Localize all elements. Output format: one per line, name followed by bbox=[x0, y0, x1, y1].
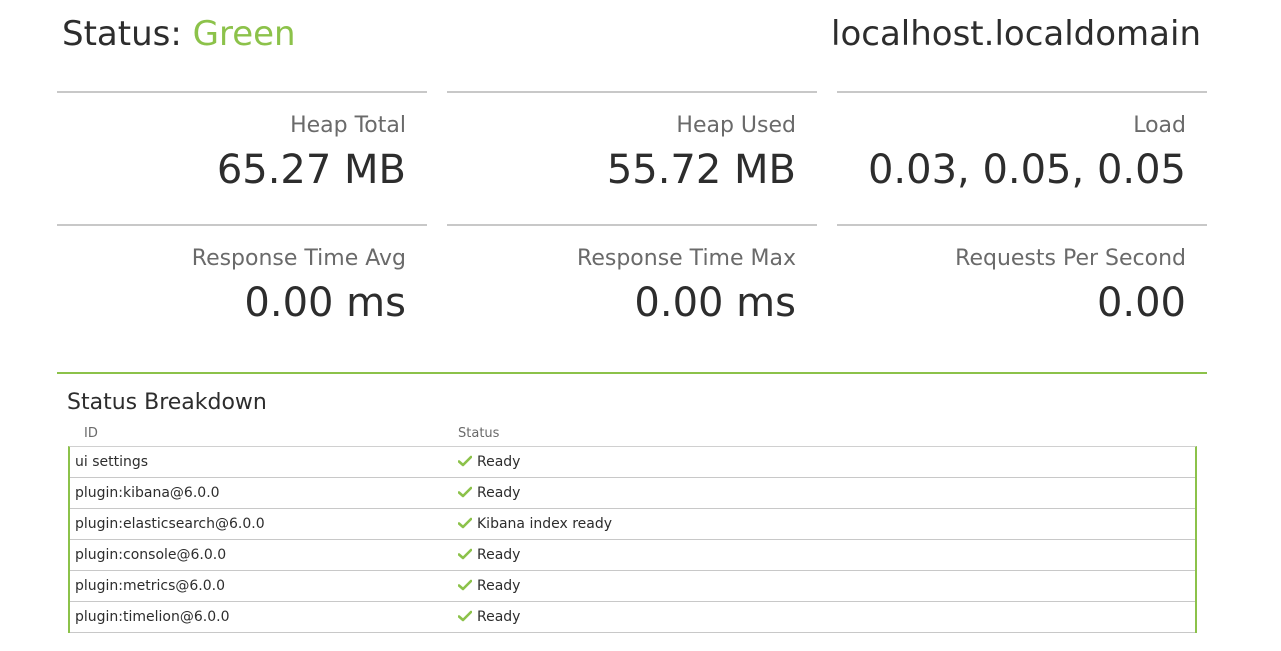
metric-value: 0.00 ms bbox=[634, 280, 796, 326]
table-row: plugin:timelion@6.0.0 Ready bbox=[70, 602, 1195, 633]
section-divider bbox=[57, 372, 1207, 374]
section-title: Status Breakdown bbox=[67, 390, 267, 415]
column-header-id[interactable]: ID bbox=[84, 426, 98, 441]
plugin-id: plugin:kibana@6.0.0 bbox=[75, 485, 220, 501]
metric-response-time-max: Response Time Max 0.00 ms bbox=[447, 224, 817, 334]
metric-label: Response Time Avg bbox=[191, 246, 406, 271]
overall-status: Status: Green bbox=[62, 10, 296, 58]
metric-heap-total: Heap Total 65.27 MB bbox=[57, 91, 427, 201]
metric-value: 65.27 MB bbox=[216, 147, 406, 193]
plugin-status: Ready bbox=[458, 485, 520, 501]
metric-value: 0.00 ms bbox=[244, 280, 406, 326]
plugin-status: Kibana index ready bbox=[458, 516, 612, 532]
check-icon bbox=[458, 486, 472, 498]
check-icon bbox=[458, 517, 472, 529]
table-row: ui settings Ready bbox=[70, 447, 1195, 478]
metric-load: Load 0.03, 0.05, 0.05 bbox=[837, 91, 1207, 201]
metric-label: Requests Per Second bbox=[955, 246, 1186, 271]
status-text: Ready bbox=[477, 547, 521, 563]
check-icon bbox=[458, 548, 472, 560]
table-row: plugin:elasticsearch@6.0.0 Kibana index … bbox=[70, 509, 1195, 540]
status-text: Ready bbox=[477, 578, 521, 594]
metric-value: 0.00 bbox=[1096, 280, 1186, 326]
metric-heap-used: Heap Used 55.72 MB bbox=[447, 91, 817, 201]
plugin-id: plugin:elasticsearch@6.0.0 bbox=[75, 516, 265, 532]
metric-requests-per-second: Requests Per Second 0.00 bbox=[837, 224, 1207, 334]
table-row: plugin:kibana@6.0.0 Ready bbox=[70, 478, 1195, 509]
check-icon bbox=[458, 610, 472, 622]
status-text: Kibana index ready bbox=[477, 516, 613, 532]
column-header-status[interactable]: Status bbox=[458, 426, 499, 441]
metric-label: Load bbox=[1133, 113, 1186, 138]
plugin-id: plugin:metrics@6.0.0 bbox=[75, 578, 226, 594]
status-text: Ready bbox=[477, 454, 521, 470]
plugin-id: plugin:console@6.0.0 bbox=[75, 547, 227, 563]
table-header: ID Status bbox=[68, 424, 1197, 446]
status-value: Green bbox=[192, 14, 296, 54]
metric-label: Heap Total bbox=[290, 113, 406, 138]
status-prefix: Status: bbox=[62, 14, 182, 54]
plugin-id: plugin:timelion@6.0.0 bbox=[75, 609, 230, 625]
status-table: ui settings Ready plugin:kibana@6.0.0 Re… bbox=[68, 446, 1197, 633]
plugin-id: ui settings bbox=[75, 454, 149, 470]
check-icon bbox=[458, 579, 472, 591]
plugin-status: Ready bbox=[458, 578, 520, 594]
status-text: Ready bbox=[477, 609, 521, 625]
plugin-status: Ready bbox=[458, 454, 520, 470]
metric-label: Response Time Max bbox=[577, 246, 796, 271]
metric-value: 55.72 MB bbox=[606, 147, 796, 193]
metric-response-time-avg: Response Time Avg 0.00 ms bbox=[57, 224, 427, 334]
page-header: Status: Green localhost.localdomain bbox=[62, 10, 1201, 58]
status-text: Ready bbox=[477, 485, 521, 501]
metric-value: 0.03, 0.05, 0.05 bbox=[867, 147, 1186, 193]
host-name: localhost.localdomain bbox=[831, 14, 1201, 54]
table-row: plugin:console@6.0.0 Ready bbox=[70, 540, 1195, 571]
table-row: plugin:metrics@6.0.0 Ready bbox=[70, 571, 1195, 602]
check-icon bbox=[458, 455, 472, 467]
plugin-status: Ready bbox=[458, 609, 520, 625]
plugin-status: Ready bbox=[458, 547, 520, 563]
metric-label: Heap Used bbox=[676, 113, 796, 138]
